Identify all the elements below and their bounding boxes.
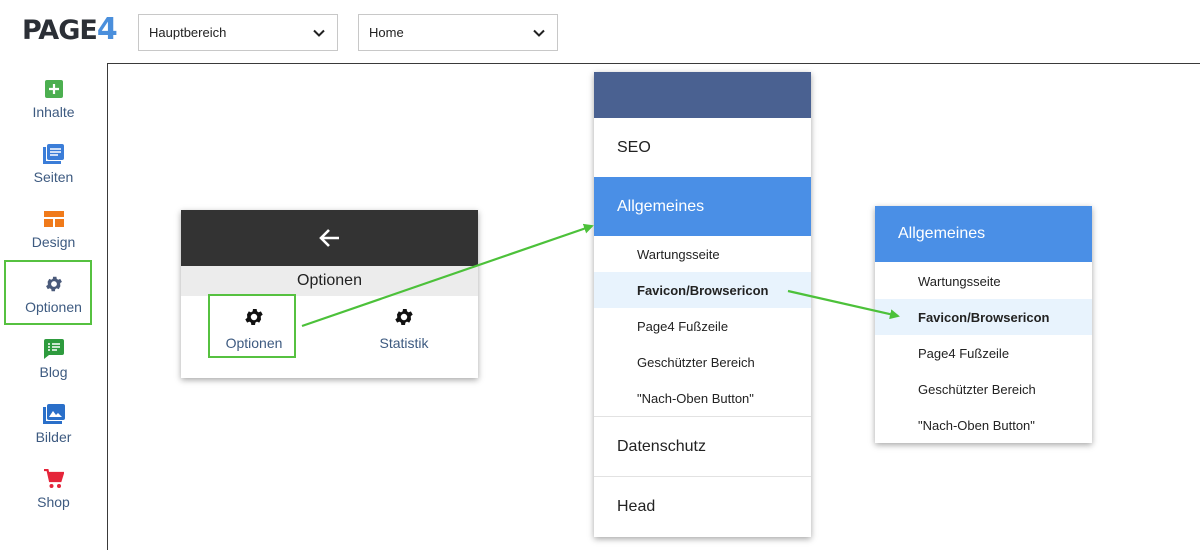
active-highlight <box>4 260 92 325</box>
menu-header <box>594 72 811 118</box>
panel-title: Optionen <box>181 266 478 296</box>
plus-square-icon <box>43 78 65 100</box>
sidebar-item-label: Inhalte <box>32 104 75 120</box>
menu-item-head[interactable]: Head <box>594 476 811 537</box>
allgemeines-menu: Allgemeines Wartungsseite Favicon/Browse… <box>875 206 1092 443</box>
submenu-item-fusszeile[interactable]: Page4 Fußzeile <box>594 308 811 344</box>
submenu-item-geschuetzter-bereich[interactable]: Geschützter Bereich <box>875 371 1092 407</box>
menu-item-allgemeines[interactable]: Allgemeines <box>875 206 1092 262</box>
sidebar-item-label: Design <box>31 234 76 250</box>
sidebar-item-inhalte[interactable]: Inhalte <box>0 68 107 128</box>
sidebar-item-label: Seiten <box>33 169 74 185</box>
sidebar-item-label: Bilder <box>35 429 72 445</box>
submenu-item-wartungsseite[interactable]: Wartungsseite <box>875 263 1092 299</box>
page4-logo[interactable]: PAGE 4 <box>22 12 118 47</box>
sidebar-item-blog[interactable]: Blog <box>0 328 107 388</box>
button-label: Statistik <box>379 335 429 351</box>
menu-item-datenschutz[interactable]: Datenschutz <box>594 416 811 476</box>
settings-menu: SEO Allgemeines Wartungsseite Favicon/Br… <box>594 72 811 537</box>
submenu-item-favicon[interactable]: Favicon/Browsericon <box>875 299 1092 335</box>
sidebar-item-seiten[interactable]: Seiten <box>0 133 107 193</box>
statistik-button[interactable]: Statistik <box>359 296 449 358</box>
logo-number: 4 <box>96 12 118 47</box>
sidebar: Inhalte Seiten Design Optionen Blog Bild… <box>0 63 107 550</box>
blog-icon <box>43 338 65 360</box>
layout-icon <box>43 208 65 230</box>
area-select[interactable]: Hauptbereich <box>138 14 338 51</box>
area-select-value: Hauptbereich <box>149 25 227 40</box>
submenu-item-fusszeile[interactable]: Page4 Fußzeile <box>875 335 1092 371</box>
pages-icon <box>42 143 65 165</box>
submenu-item-geschuetzter-bereich[interactable]: Geschützter Bereich <box>594 344 811 380</box>
gear-icon <box>395 309 413 325</box>
sidebar-item-bilder[interactable]: Bilder <box>0 393 107 453</box>
back-arrow-icon[interactable] <box>317 225 343 251</box>
page-select-value: Home <box>369 25 404 40</box>
submenu-item-wartungsseite[interactable]: Wartungsseite <box>594 236 811 272</box>
sidebar-item-shop[interactable]: Shop <box>0 458 107 518</box>
submenu-item-nach-oben-button[interactable]: "Nach-Oben Button" <box>875 407 1092 443</box>
chevron-down-icon <box>533 29 545 37</box>
menu-item-seo[interactable]: SEO <box>594 118 811 177</box>
panel-topbar <box>181 210 478 266</box>
chevron-down-icon <box>313 29 325 37</box>
submenu-item-favicon[interactable]: Favicon/Browsericon <box>594 272 811 308</box>
page-select[interactable]: Home <box>358 14 558 51</box>
logo-text: PAGE <box>22 15 98 46</box>
menu-item-allgemeines[interactable]: Allgemeines <box>594 177 811 236</box>
submenu-item-nach-oben-button[interactable]: "Nach-Oben Button" <box>594 380 811 416</box>
sidebar-item-label: Shop <box>37 494 70 510</box>
images-icon <box>42 403 65 425</box>
sidebar-item-design[interactable]: Design <box>0 198 107 258</box>
optionen-highlight <box>208 294 296 358</box>
sidebar-item-label: Blog <box>39 364 68 380</box>
cart-icon <box>43 468 65 490</box>
